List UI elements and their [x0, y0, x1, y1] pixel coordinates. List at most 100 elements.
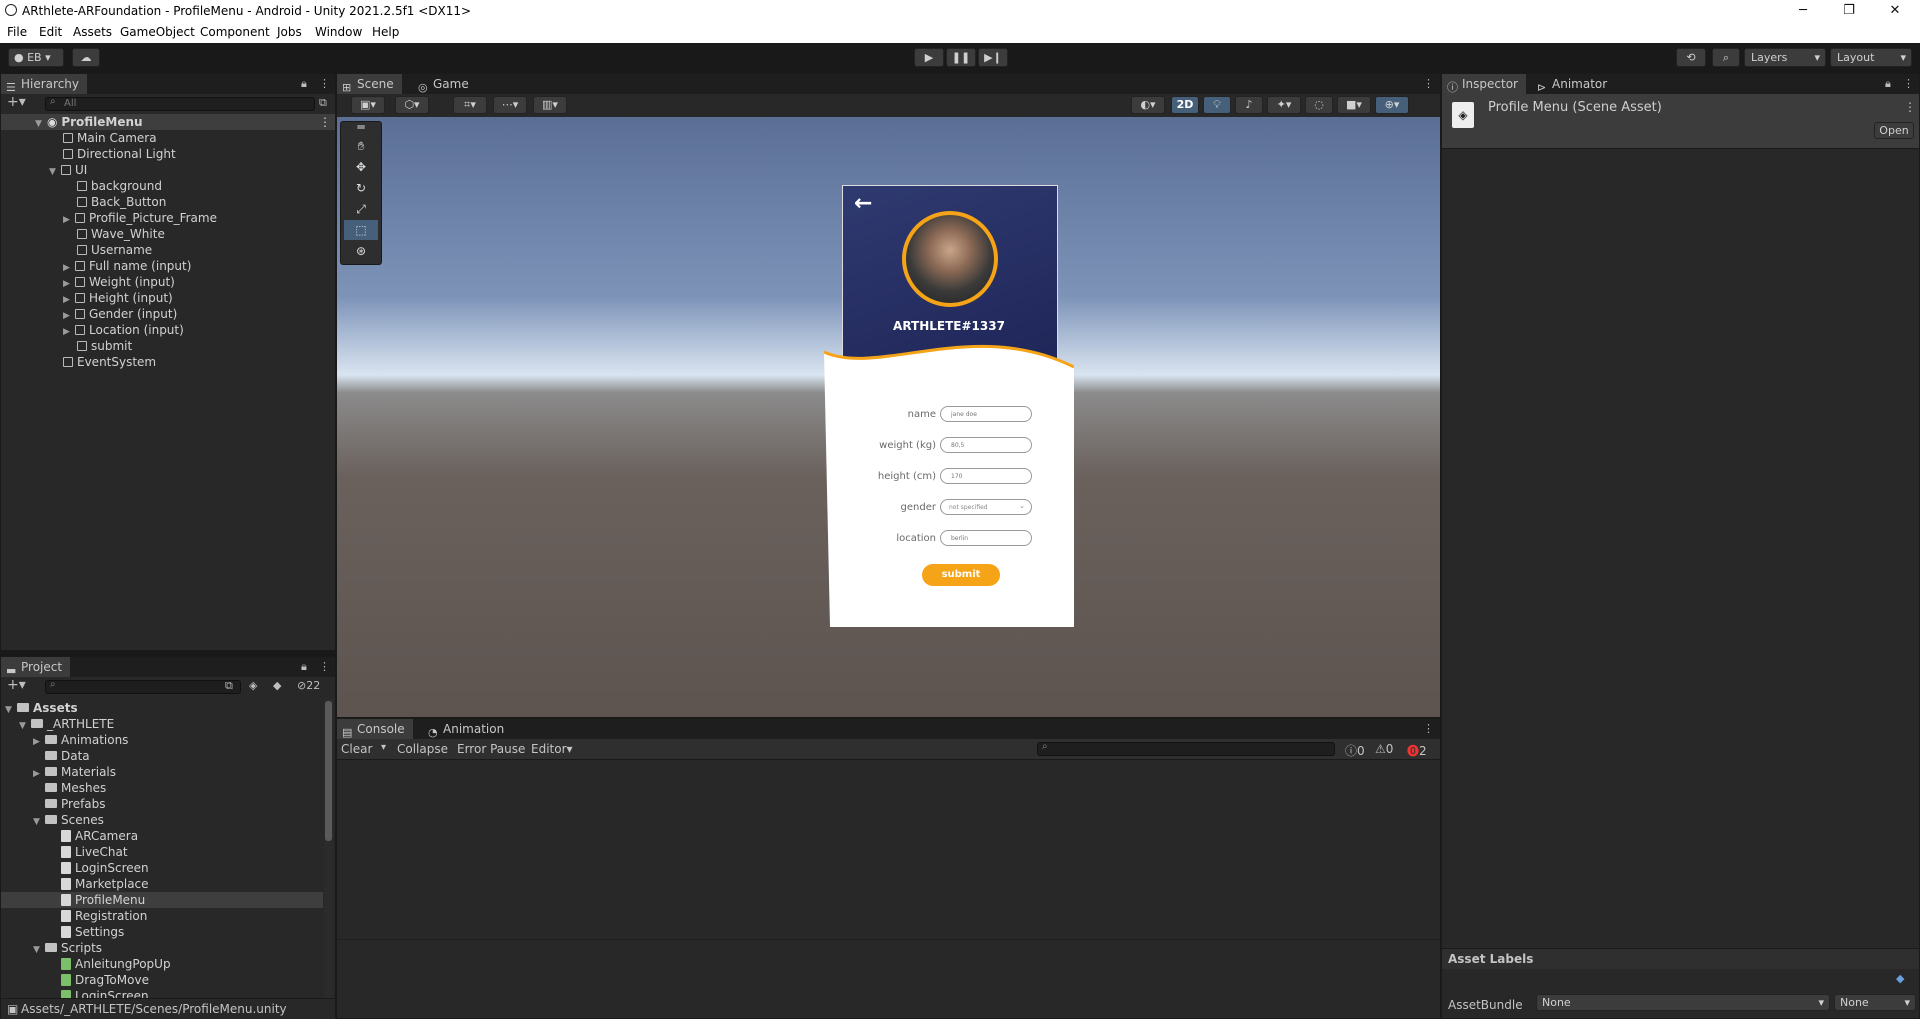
more-options-icon[interactable]: ⋮	[1904, 100, 1916, 114]
project-scene[interactable]: Marketplace	[61, 876, 149, 892]
draw-mode-dropdown[interactable]: ▣▾	[351, 96, 385, 114]
move-tool-icon[interactable]: ✥	[344, 157, 378, 177]
add-button[interactable]: +▾	[7, 94, 26, 110]
grid-snap-dropdown[interactable]: ⌗▾	[453, 96, 487, 114]
more-options-icon[interactable]: ⋮	[1423, 722, 1434, 735]
project-folder[interactable]: ▶ Animations	[33, 732, 128, 748]
transform-tool-icon[interactable]: ⊛	[344, 241, 378, 261]
profile-picture-avatar[interactable]	[902, 211, 998, 307]
gizmo-mode-dropdown[interactable]: ⬡▾	[395, 96, 429, 114]
hierarchy-item[interactable]: EventSystem	[63, 354, 156, 370]
drag-handle[interactable]: ═	[344, 121, 378, 134]
cloud-icon[interactable]: ☁	[72, 48, 100, 67]
back-arrow-icon[interactable]: ←	[854, 191, 872, 216]
lock-icon[interactable]: 🔒︎	[301, 660, 307, 674]
step-button[interactable]: ▶❙	[978, 48, 1008, 67]
full-name-input[interactable]	[940, 406, 1032, 422]
project-folder[interactable]: ▼ Scenes	[33, 812, 104, 828]
project-scene[interactable]: Registration	[61, 908, 147, 924]
hierarchy-item[interactable]: ▶ Weight (input)	[63, 274, 175, 290]
tab-animation[interactable]: ◔ Animation	[423, 719, 512, 739]
submit-button[interactable]: submit	[922, 564, 1000, 586]
height-input[interactable]	[940, 468, 1032, 484]
menu-file[interactable]: File	[7, 25, 27, 39]
hierarchy-item[interactable]: ▶ Height (input)	[63, 290, 173, 306]
collapse-button[interactable]: Collapse	[397, 742, 448, 756]
tab-inspector[interactable]: ⓘ Inspector	[1442, 74, 1526, 94]
layers-dropdown[interactable]: Layers ▾	[1744, 48, 1826, 67]
hierarchy-item[interactable]: background	[77, 178, 162, 194]
project-folder[interactable]: Data	[45, 748, 90, 764]
rect-tool-icon[interactable]: ⬚	[344, 220, 378, 240]
project-scene[interactable]: ARCamera	[61, 828, 138, 844]
clear-options-dropdown[interactable]: ▾	[381, 742, 386, 753]
menu-edit[interactable]: Edit	[39, 25, 62, 39]
maximize-button[interactable]: ❐	[1826, 0, 1872, 22]
menu-gameobject[interactable]: GameObject	[120, 25, 195, 39]
project-folder[interactable]: ▼ Scripts	[33, 940, 102, 956]
hidden-packages-icon[interactable]: ⊘22	[297, 679, 320, 692]
hierarchy-item[interactable]: ▶ Gender (input)	[63, 306, 177, 322]
project-scene[interactable]: LiveChat	[61, 844, 128, 860]
tab-console[interactable]: ▤ Console	[337, 719, 413, 739]
pause-button[interactable]: ❚❚	[946, 48, 976, 67]
hierarchy-item[interactable]: Username	[77, 242, 152, 258]
add-button[interactable]: +▾	[7, 677, 26, 693]
project-search-input[interactable]: ⌕	[45, 679, 241, 694]
toggle-2d-button[interactable]: 2D	[1171, 96, 1199, 114]
more-options-icon[interactable]: ⋮	[1903, 77, 1914, 90]
more-options-icon[interactable]: ⋮	[1423, 77, 1434, 90]
hierarchy-item[interactable]: Back_Button	[77, 194, 166, 210]
project-folder[interactable]: ▶ Materials	[33, 764, 116, 780]
search-icon[interactable]: ⌕	[1712, 48, 1740, 67]
layout-dropdown[interactable]: Layout ▾	[1830, 48, 1912, 67]
lighting-toggle-icon[interactable]: 💡︎	[1203, 96, 1231, 114]
hierarchy-item[interactable]: ▼ UI	[49, 162, 87, 178]
hidden-objects-icon[interactable]: ◌	[1305, 96, 1333, 114]
error-pause-button[interactable]: Error Pause	[457, 742, 525, 756]
tab-animator[interactable]: ⊳ Animator	[1532, 74, 1615, 94]
filter-by-type-icon[interactable]: ◈	[249, 679, 257, 692]
hierarchy-item[interactable]: submit	[77, 338, 132, 354]
project-scene[interactable]: Settings	[61, 924, 124, 940]
rotate-tool-icon[interactable]: ↻	[344, 178, 378, 198]
hand-tool-icon[interactable]: ✋︎	[344, 136, 378, 156]
more-options-icon[interactable]: ⋮	[319, 114, 331, 130]
warning-count-toggle[interactable]: ⚠0	[1375, 742, 1393, 756]
hierarchy-item[interactable]: ▶ Location (input)	[63, 322, 184, 338]
project-folder[interactable]: Prefabs	[45, 796, 106, 812]
tab-game[interactable]: ◎ Game	[413, 74, 477, 94]
project-script[interactable]: AnleitungPopUp	[61, 956, 171, 972]
clear-button[interactable]: Clear	[341, 742, 372, 756]
lock-icon[interactable]: 🔒︎	[301, 77, 307, 91]
project-root[interactable]: ▼ Assets	[5, 700, 78, 716]
history-icon[interactable]: ⟲	[1676, 48, 1706, 67]
menu-jobs[interactable]: Jobs	[277, 25, 302, 39]
scene-filter-icon[interactable]: ⧉	[319, 96, 327, 110]
scrollbar-thumb[interactable]	[325, 701, 332, 841]
asset-bundle-dropdown[interactable]: None ▾	[1536, 994, 1830, 1011]
shading-mode-dropdown[interactable]: ◐▾	[1131, 96, 1165, 114]
more-options-icon[interactable]: ⋮	[319, 660, 330, 673]
play-button[interactable]: ▶	[914, 48, 944, 67]
gender-dropdown[interactable]: not specified ⌄	[940, 499, 1032, 515]
tab-project[interactable]: ▬ Project	[1, 657, 71, 677]
project-folder[interactable]: Meshes	[45, 780, 106, 796]
search-type-icon[interactable]: ⧉	[225, 679, 233, 693]
label-filter-icon[interactable]: ◆	[273, 679, 281, 692]
audio-toggle-icon[interactable]: ♪	[1235, 96, 1263, 114]
hierarchy-search-input[interactable]: ⌕ All	[45, 96, 315, 111]
project-folder[interactable]: ▼ _ARTHLETE	[19, 716, 114, 732]
project-scene-selected[interactable]: ProfileMenu	[1, 892, 323, 908]
snap-increment-dropdown[interactable]: ⋯▾	[493, 96, 527, 114]
editor-dropdown[interactable]: Editor▾	[531, 742, 573, 756]
open-button[interactable]: Open	[1874, 122, 1914, 139]
account-dropdown[interactable]: ● EB ▾	[8, 48, 64, 67]
hierarchy-item[interactable]: Main Camera	[63, 130, 157, 146]
lock-icon[interactable]: 🔒︎	[1885, 77, 1891, 91]
label-tag-icon[interactable]: ◆	[1896, 972, 1904, 985]
console-search-input[interactable]: ⌕	[1037, 741, 1335, 756]
tab-scene[interactable]: ⊞ Scene	[337, 74, 402, 94]
gizmos-dropdown[interactable]: ⊕▾	[1375, 96, 1409, 114]
project-scrollbar[interactable]	[324, 699, 333, 999]
